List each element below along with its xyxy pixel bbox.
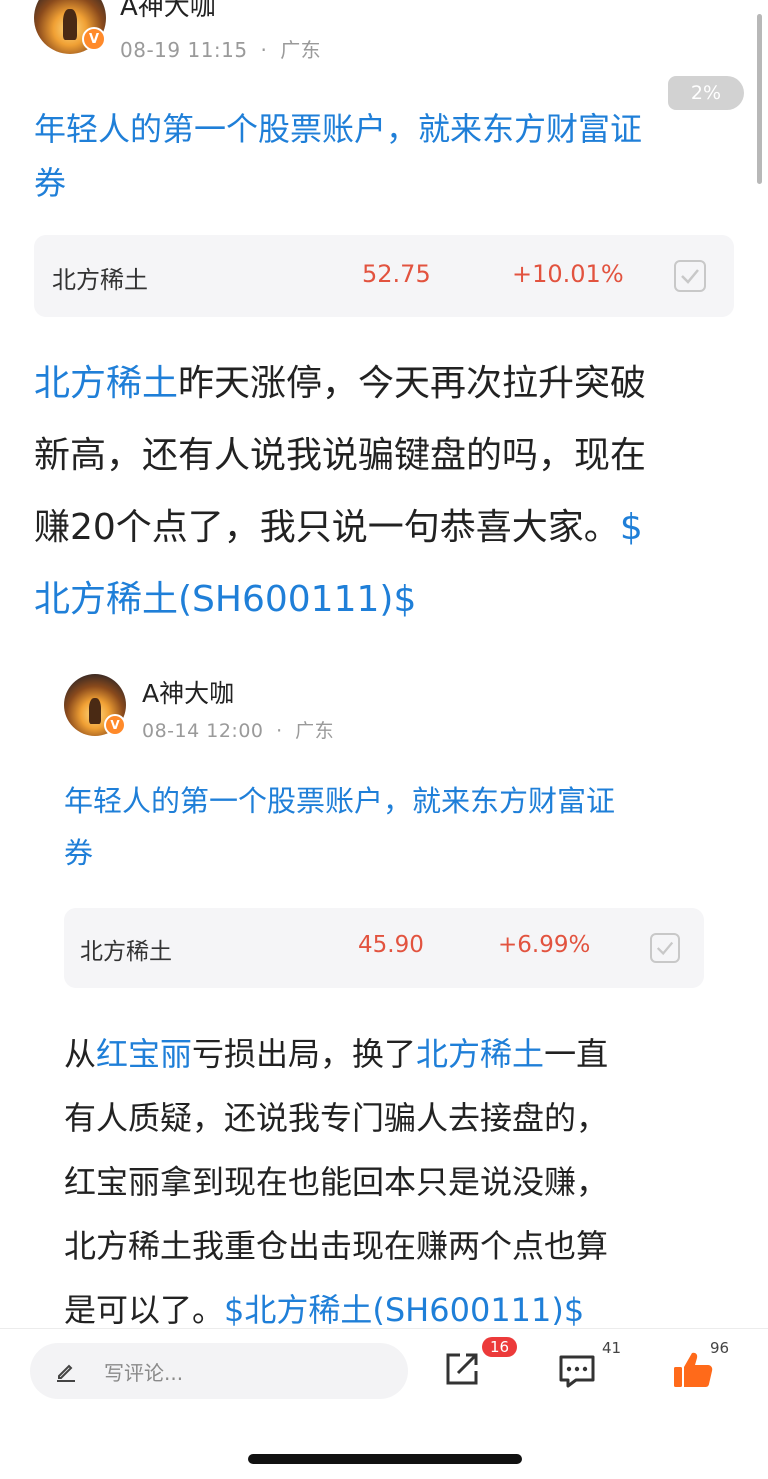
stock-price: 52.75 bbox=[362, 260, 431, 288]
stock-price: 45.90 bbox=[358, 932, 424, 958]
like-count: 96 bbox=[710, 1339, 730, 1357]
check-icon bbox=[681, 269, 699, 284]
stock-change: +6.99% bbox=[498, 932, 591, 958]
stock-link[interactable]: 红宝丽 bbox=[96, 1035, 192, 1073]
home-indicator[interactable] bbox=[248, 1454, 522, 1464]
author-name[interactable]: A神大咖 bbox=[120, 0, 216, 23]
promo-line: 券 bbox=[34, 164, 67, 202]
post-date: 08-14 12:00 bbox=[142, 720, 264, 742]
add-watchlist-checkbox[interactable] bbox=[650, 933, 680, 963]
text-line: 北方稀土我重仓出击现在赚两个点也算 bbox=[64, 1214, 744, 1278]
add-watchlist-checkbox[interactable] bbox=[674, 260, 706, 292]
share-count-badge: 16 bbox=[482, 1337, 518, 1357]
quoted-post-body: 从红宝丽亏损出局，换了北方稀土一直有人质疑，还说我专门骗人去接盘的， 红宝丽拿到现… bbox=[64, 1022, 744, 1342]
promo-line: 券 bbox=[64, 836, 94, 870]
pencil-icon bbox=[57, 1364, 75, 1382]
post-meta: 08-14 12:00 · 广东 bbox=[142, 716, 334, 743]
comment-placeholder: 写评论... bbox=[104, 1360, 184, 1385]
promo-line: 年轻人的第一个股票账户，就来东方财富证 bbox=[64, 784, 616, 818]
text-segment: 有人质疑，还说我专门骗人去接盘的， bbox=[64, 1099, 609, 1137]
promo-line: 年轻人的第一个股票账户，就来东方财富证 bbox=[34, 110, 643, 148]
text-segment: 红宝丽拿到现在也能回本只是说没赚， bbox=[64, 1163, 609, 1201]
text-segment: 是可以了。 bbox=[64, 1291, 225, 1329]
thumbs-up-icon bbox=[674, 1352, 713, 1387]
comment-button[interactable] bbox=[558, 1353, 598, 1393]
stock-change: +10.01% bbox=[512, 260, 624, 288]
text-segment: 亏损出局，换了 bbox=[192, 1035, 417, 1073]
text-line: 新高，还有人说我说骗键盘的吗，现在 bbox=[34, 420, 754, 492]
post-location: 广东 bbox=[295, 720, 335, 742]
stock-link[interactable]: 北方稀土 bbox=[416, 1035, 544, 1073]
stock-link[interactable]: $北方稀土(SH600111)$ bbox=[224, 1291, 584, 1329]
stock-link[interactable]: $ bbox=[620, 507, 643, 548]
comment-icon bbox=[559, 1355, 595, 1388]
verified-badge-icon: V bbox=[104, 714, 126, 736]
text-segment: 赚20个点了，我只说一句恭喜大家。 bbox=[34, 507, 620, 548]
scroll-progress-indicator: 2% bbox=[668, 76, 744, 110]
stock-name: 北方稀土 bbox=[80, 939, 172, 965]
promo-link[interactable]: 年轻人的第一个股票账户，就来东方财富证 券 bbox=[34, 102, 642, 210]
stock-quote-card[interactable]: 北方稀土 52.75 +10.01% bbox=[34, 235, 734, 317]
text-line: 红宝丽拿到现在也能回本只是说没赚， bbox=[64, 1150, 744, 1214]
text-segment: 从 bbox=[64, 1035, 97, 1073]
avatar[interactable]: V bbox=[64, 674, 126, 736]
text-segment: 昨天涨停，今天再次拉升突破 bbox=[178, 363, 647, 404]
text-line: 赚20个点了，我只说一句恭喜大家。$ bbox=[34, 492, 754, 564]
author-name[interactable]: A神大咖 bbox=[142, 674, 234, 710]
post-body: 北方稀土昨天涨停，今天再次拉升突破 新高，还有人说我说骗键盘的吗，现在 赚20个点了… bbox=[34, 348, 754, 636]
post-date: 08-19 11:15 bbox=[120, 38, 248, 62]
text-line: 北方稀土(SH600111)$ bbox=[34, 564, 754, 636]
text-line: 北方稀土昨天涨停，今天再次拉升突破 bbox=[34, 348, 754, 420]
share-icon bbox=[446, 1353, 478, 1385]
post-location: 广东 bbox=[280, 38, 322, 62]
stock-link[interactable]: 北方稀土(SH600111)$ bbox=[34, 579, 416, 620]
text-segment: 新高，还有人说我说骗键盘的吗，现在 bbox=[34, 435, 647, 476]
text-line: 从红宝丽亏损出局，换了北方稀土一直 bbox=[64, 1022, 744, 1086]
meta-separator: · bbox=[276, 720, 283, 742]
text-segment: 一直 bbox=[544, 1035, 609, 1073]
post-meta: 08-19 11:15 · 广东 bbox=[120, 34, 321, 63]
promo-link[interactable]: 年轻人的第一个股票账户，就来东方财富证 券 bbox=[64, 775, 615, 879]
stock-quote-card[interactable]: 北方稀土 45.90 +6.99% bbox=[64, 908, 704, 988]
scrollbar[interactable] bbox=[757, 14, 762, 184]
comment-input[interactable]: 写评论... bbox=[30, 1343, 408, 1399]
verified-badge-icon: V bbox=[82, 27, 106, 51]
check-icon bbox=[656, 941, 674, 956]
text-line: 有人质疑，还说我专门骗人去接盘的， bbox=[64, 1086, 744, 1150]
meta-separator: · bbox=[260, 38, 268, 62]
stock-link[interactable]: 北方稀土 bbox=[34, 363, 178, 404]
stock-name: 北方稀土 bbox=[52, 266, 148, 294]
share-button[interactable] bbox=[444, 1351, 484, 1391]
avatar-figure bbox=[62, 9, 78, 40]
text-segment: 北方稀土我重仓出击现在赚两个点也算 bbox=[64, 1227, 609, 1265]
comment-count: 41 bbox=[602, 1339, 622, 1357]
avatar-figure bbox=[88, 697, 102, 724]
avatar[interactable]: V bbox=[34, 0, 106, 54]
